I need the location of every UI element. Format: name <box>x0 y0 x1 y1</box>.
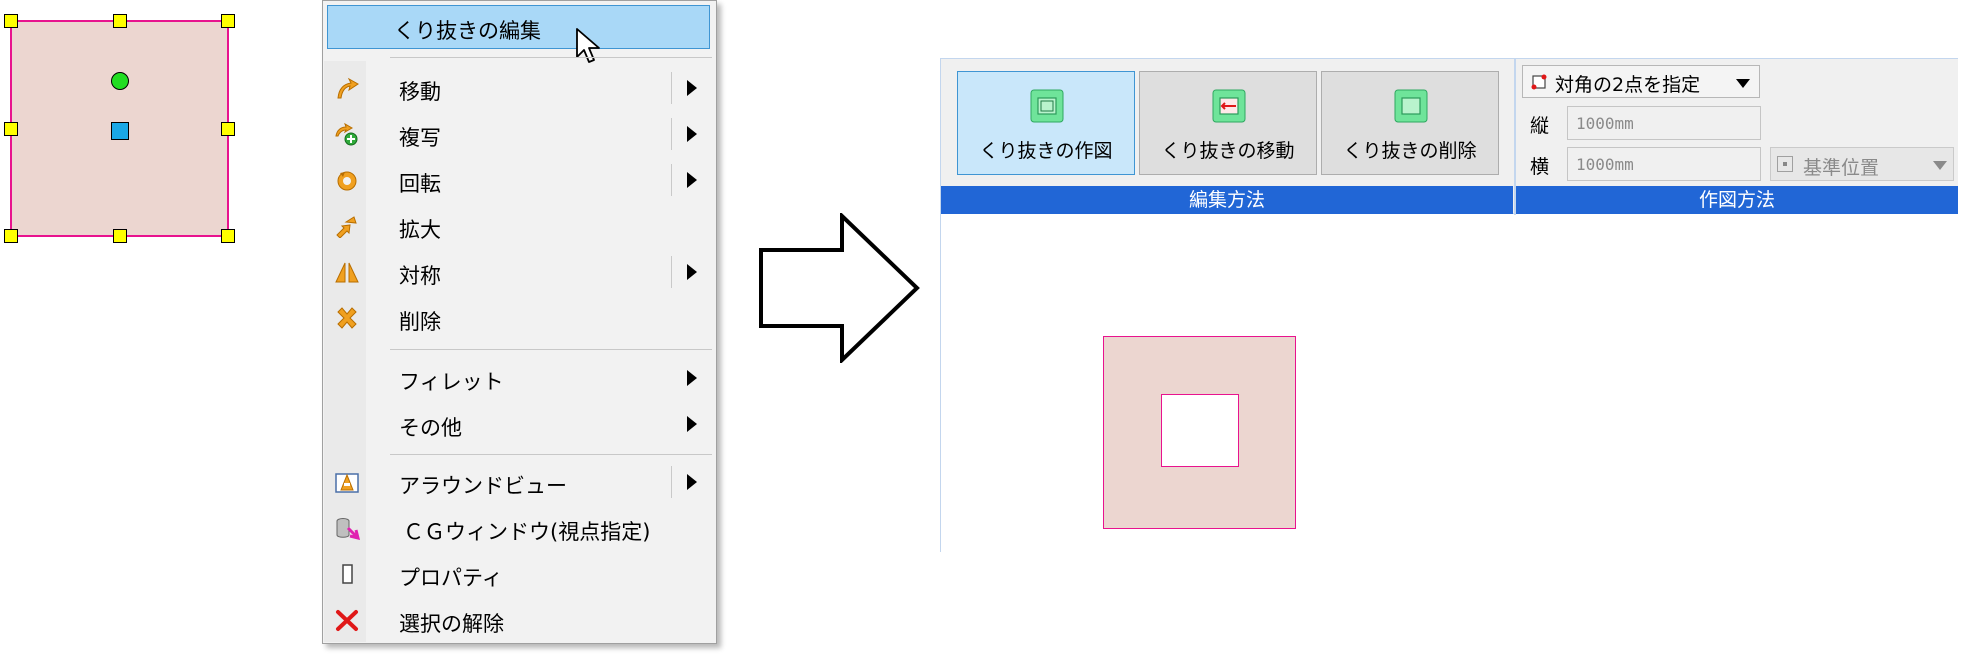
base-point-icon <box>1777 156 1793 172</box>
submenu-arrow-icon <box>687 80 697 96</box>
base-position-select[interactable]: 基準位置 <box>1770 147 1954 181</box>
menu-item-deselect[interactable]: 選択の解除 <box>325 598 714 642</box>
deselect-icon <box>336 610 358 631</box>
menu-item-label: 削除 <box>399 310 441 334</box>
menu-item-label: 複写 <box>399 126 441 150</box>
menu-item-mirror[interactable]: 対称 <box>325 250 714 294</box>
ribbon-toolbar: くり抜きの作図 くり抜きの移動 くり抜きの削除 編集方法 対角の2点を指定 縦 … <box>941 58 1958 215</box>
resize-handle-bottom[interactable] <box>113 229 127 243</box>
menu-item-fillet[interactable]: フィレット <box>325 356 714 400</box>
submenu-separator <box>671 164 672 196</box>
menu-separator <box>390 349 712 350</box>
menu-item-cutout-edit[interactable]: くり抜きの編集 <box>327 5 710 49</box>
context-menu: くり抜きの編集 移動 複写 回転 拡大 対称 削除 フィレット その他 アラウン… <box>322 0 717 644</box>
menu-item-label: くり抜きの編集 <box>394 19 541 43</box>
menu-item-label: プロパティ <box>399 566 503 590</box>
copy-icon <box>335 122 358 146</box>
height-input[interactable] <box>1567 106 1761 140</box>
width-input[interactable] <box>1567 147 1761 181</box>
submenu-arrow-icon <box>687 416 697 432</box>
cutout-move-label: くり抜きの移動 <box>1161 140 1295 162</box>
menu-item-label: 対称 <box>399 264 441 288</box>
move-arrow-icon <box>337 77 359 99</box>
menu-item-other[interactable]: その他 <box>325 402 714 446</box>
group-label-edit-method: 編集方法 <box>941 186 1513 214</box>
around-view-icon <box>335 473 359 493</box>
menu-item-label: 移動 <box>399 80 441 104</box>
cutout-delete-button[interactable]: くり抜きの削除 <box>1321 71 1499 175</box>
properties-icon <box>342 564 353 584</box>
cutout-move-icon <box>1212 89 1246 123</box>
cutout-draw-button[interactable]: くり抜きの作図 <box>957 71 1135 175</box>
cutout-shape[interactable] <box>1103 336 1296 529</box>
menu-separator <box>390 454 712 455</box>
base-position-value: 基準位置 <box>1803 157 1880 179</box>
width-label: 横 <box>1530 156 1550 178</box>
cutout-delete-label: くり抜きの削除 <box>1343 140 1477 162</box>
menu-item-label: フィレット <box>399 370 504 394</box>
mouse-cursor-icon <box>576 28 600 63</box>
resize-handle-top-left[interactable] <box>4 14 18 28</box>
cutout-move-button[interactable]: くり抜きの移動 <box>1139 71 1317 175</box>
resize-handle-top-right[interactable] <box>221 14 235 28</box>
group-label-draw-method: 作図方法 <box>1516 186 1958 214</box>
right-arrow-icon <box>759 213 920 363</box>
cutout-draw-label: くり抜きの作図 <box>979 140 1113 162</box>
menu-item-properties[interactable]: プロパティ <box>325 552 714 596</box>
submenu-separator <box>671 72 672 104</box>
submenu-arrow-icon <box>687 370 697 386</box>
submenu-separator <box>671 118 672 150</box>
cutout-delete-icon <box>1394 89 1428 123</box>
menu-item-label: アラウンドビュー <box>399 474 567 498</box>
diagonal-points-icon <box>1531 74 1547 90</box>
menu-item-move[interactable]: 移動 <box>325 66 714 110</box>
submenu-separator <box>671 466 672 498</box>
editor-panel: くり抜きの作図 くり抜きの移動 くり抜きの削除 編集方法 対角の2点を指定 縦 … <box>940 58 1958 556</box>
menu-item-cg-window[interactable]: ＣＧウィンドウ(視点指定) <box>325 506 714 550</box>
submenu-arrow-icon <box>687 264 697 280</box>
menu-item-delete[interactable]: 削除 <box>325 296 714 340</box>
cutout-draw-icon <box>1030 89 1064 123</box>
menu-item-label: 選択の解除 <box>399 612 504 636</box>
cutout-hole[interactable] <box>1161 394 1239 467</box>
resize-handle-right[interactable] <box>221 122 235 136</box>
menu-item-rotate[interactable]: 回転 <box>325 158 714 202</box>
scale-icon <box>336 216 357 238</box>
submenu-separator <box>671 256 672 288</box>
rotate-icon <box>337 171 357 191</box>
cg-window-icon <box>336 518 360 540</box>
resize-handle-bottom-right[interactable] <box>221 229 235 243</box>
submenu-arrow-icon <box>687 474 697 490</box>
delete-icon <box>337 307 357 329</box>
chevron-down-icon <box>1933 161 1947 170</box>
menu-item-label: ＣＧウィンドウ(視点指定) <box>403 520 651 544</box>
selected-shape[interactable] <box>4 14 235 243</box>
draw-method-value: 対角の2点を指定 <box>1555 74 1701 96</box>
menu-item-scale[interactable]: 拡大 <box>325 204 714 248</box>
menu-item-around-view[interactable]: アラウンドビュー <box>325 460 714 504</box>
rotation-handle[interactable] <box>111 72 129 90</box>
submenu-arrow-icon <box>687 172 697 188</box>
height-label: 縦 <box>1530 115 1550 137</box>
menu-item-label: その他 <box>399 416 462 440</box>
draw-method-select[interactable]: 対角の2点を指定 <box>1522 65 1760 98</box>
resize-handle-bottom-left[interactable] <box>4 229 18 243</box>
center-move-handle[interactable] <box>111 122 129 140</box>
resize-handle-top[interactable] <box>113 14 127 28</box>
menu-item-label: 拡大 <box>399 218 441 242</box>
chevron-down-icon <box>1736 79 1750 88</box>
mirror-icon <box>335 262 359 283</box>
menu-item-copy[interactable]: 複写 <box>325 112 714 156</box>
menu-item-label: 回転 <box>399 172 441 196</box>
menu-separator <box>390 57 712 58</box>
submenu-arrow-icon <box>687 126 697 142</box>
resize-handle-left[interactable] <box>4 122 18 136</box>
